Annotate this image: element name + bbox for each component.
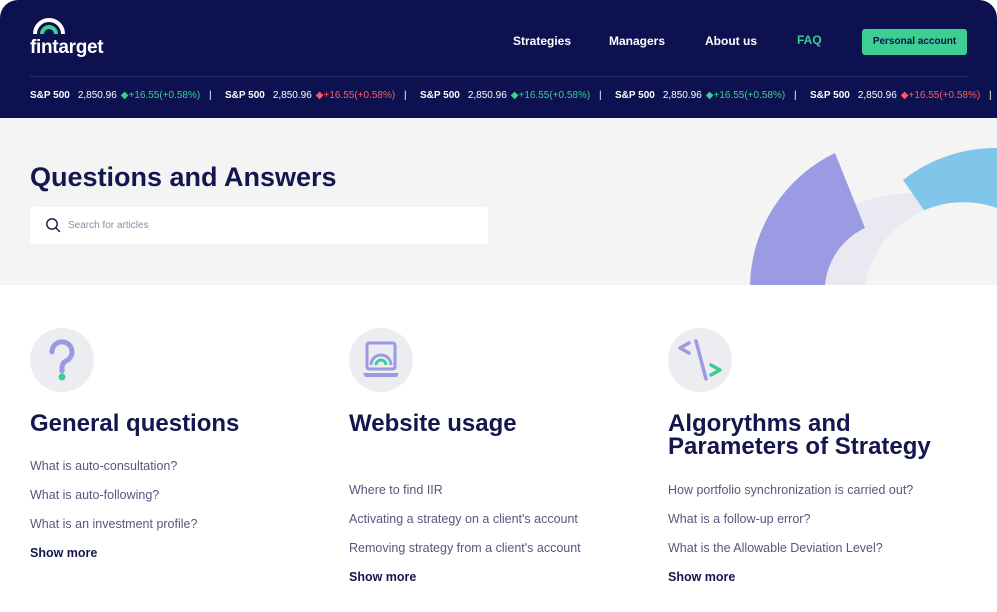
ticker-separator: |	[794, 90, 797, 101]
ticker-change-value: +16.55(+0.58%)	[908, 90, 981, 101]
nav-item-about-us[interactable]: About us	[705, 34, 757, 48]
show-more-link[interactable]: Show more	[30, 546, 97, 560]
search-input[interactable]	[68, 215, 468, 235]
search-box[interactable]	[30, 207, 488, 244]
nav-item-strategies[interactable]: Strategies	[513, 34, 571, 48]
show-more-link[interactable]: Show more	[349, 570, 416, 584]
faq-link[interactable]: Removing strategy from a client's accoun…	[349, 541, 581, 555]
site-header: fintarget Strategies Managers About us F…	[0, 0, 997, 118]
ticker-price: 2,850.96	[272, 90, 312, 101]
ticker-price: 2,850.96	[77, 90, 117, 101]
header-divider	[30, 76, 967, 77]
faq-link[interactable]: Activating a strategy on a client's acco…	[349, 512, 578, 526]
ticker-change-up: ◆+16.55(+0.58%)	[120, 90, 201, 101]
ticker-item[interactable]: S&P 500 2,850.96 ◆+16.55(+0.58%)	[225, 90, 395, 101]
logo[interactable]: fintarget	[30, 15, 120, 61]
ticker-separator: |	[599, 90, 602, 101]
category-title: General questions	[30, 410, 240, 437]
category-title: Website usage	[349, 410, 517, 437]
ticker-separator: |	[404, 90, 407, 101]
ticker-item[interactable]: S&P 500 2,850.96 ◆+16.55(+0.58%)	[615, 90, 785, 101]
faq-link[interactable]: Where to find IIR	[349, 483, 443, 497]
ticker-symbol: S&P 500	[810, 90, 850, 101]
ticker-change-down: ◆+16.55(+0.58%)	[315, 90, 396, 101]
category-title: Algorythms and Parameters of Strategy	[668, 410, 931, 460]
code-icon	[668, 328, 732, 392]
ticker-change-down: ◆+16.55(+0.58%)	[900, 90, 981, 101]
logo-text: fintarget	[30, 37, 104, 58]
hero-decoration	[750, 147, 997, 285]
show-more-link[interactable]: Show more	[668, 570, 735, 584]
nav-item-faq[interactable]: FAQ	[797, 33, 822, 47]
ticker-change-value: +16.55(+0.58%)	[128, 90, 201, 101]
ticker-change-up: ◆+16.55(+0.58%)	[705, 90, 786, 101]
faq-link[interactable]: What is a follow-up error?	[668, 512, 810, 526]
page-title: Questions and Answers	[30, 162, 337, 192]
ticker-price: 2,850.96	[662, 90, 702, 101]
ticker-change-value: +16.55(+0.58%)	[518, 90, 591, 101]
question-icon	[30, 328, 94, 392]
ticker-item[interactable]: S&P 500 2,850.96 ◆+16.55(+0.58%)	[420, 90, 590, 101]
ticker-item[interactable]: S&P 500 2,850.96 ◆+16.55(+0.58%)	[30, 90, 200, 101]
nav-item-managers[interactable]: Managers	[609, 34, 665, 48]
search-icon	[46, 218, 61, 233]
ticker-separator: |	[989, 90, 992, 101]
faq-link[interactable]: What is an investment profile?	[30, 517, 197, 531]
hero-section: Questions and Answers	[0, 118, 997, 285]
ticker-item[interactable]: S&P 500 2,850.96 ◆+16.55(+0.58%)	[810, 90, 980, 101]
ticker-change-value: +16.55(+0.58%)	[323, 90, 396, 101]
faq-link[interactable]: What is auto-following?	[30, 488, 159, 502]
faq-link[interactable]: What is the Allowable Deviation Level?	[668, 541, 883, 555]
ticker-symbol: S&P 500	[420, 90, 460, 101]
ticker-symbol: S&P 500	[30, 90, 70, 101]
ticker-price: 2,850.96	[857, 90, 897, 101]
logo-arc-icon	[33, 18, 65, 35]
ticker-price: 2,850.96	[467, 90, 507, 101]
page: fintarget Strategies Managers About us F…	[0, 0, 997, 612]
ticker-symbol: S&P 500	[225, 90, 265, 101]
personal-account-button[interactable]: Personal account	[862, 29, 967, 55]
faq-link[interactable]: How portfolio synchronization is carried…	[668, 483, 913, 497]
ticker-symbol: S&P 500	[615, 90, 655, 101]
faq-link[interactable]: What is auto-consultation?	[30, 459, 177, 473]
ticker-change-up: ◆+16.55(+0.58%)	[510, 90, 591, 101]
ticker-change-value: +16.55(+0.58%)	[713, 90, 786, 101]
ticker-separator: |	[209, 90, 212, 101]
laptop-icon	[349, 328, 413, 392]
